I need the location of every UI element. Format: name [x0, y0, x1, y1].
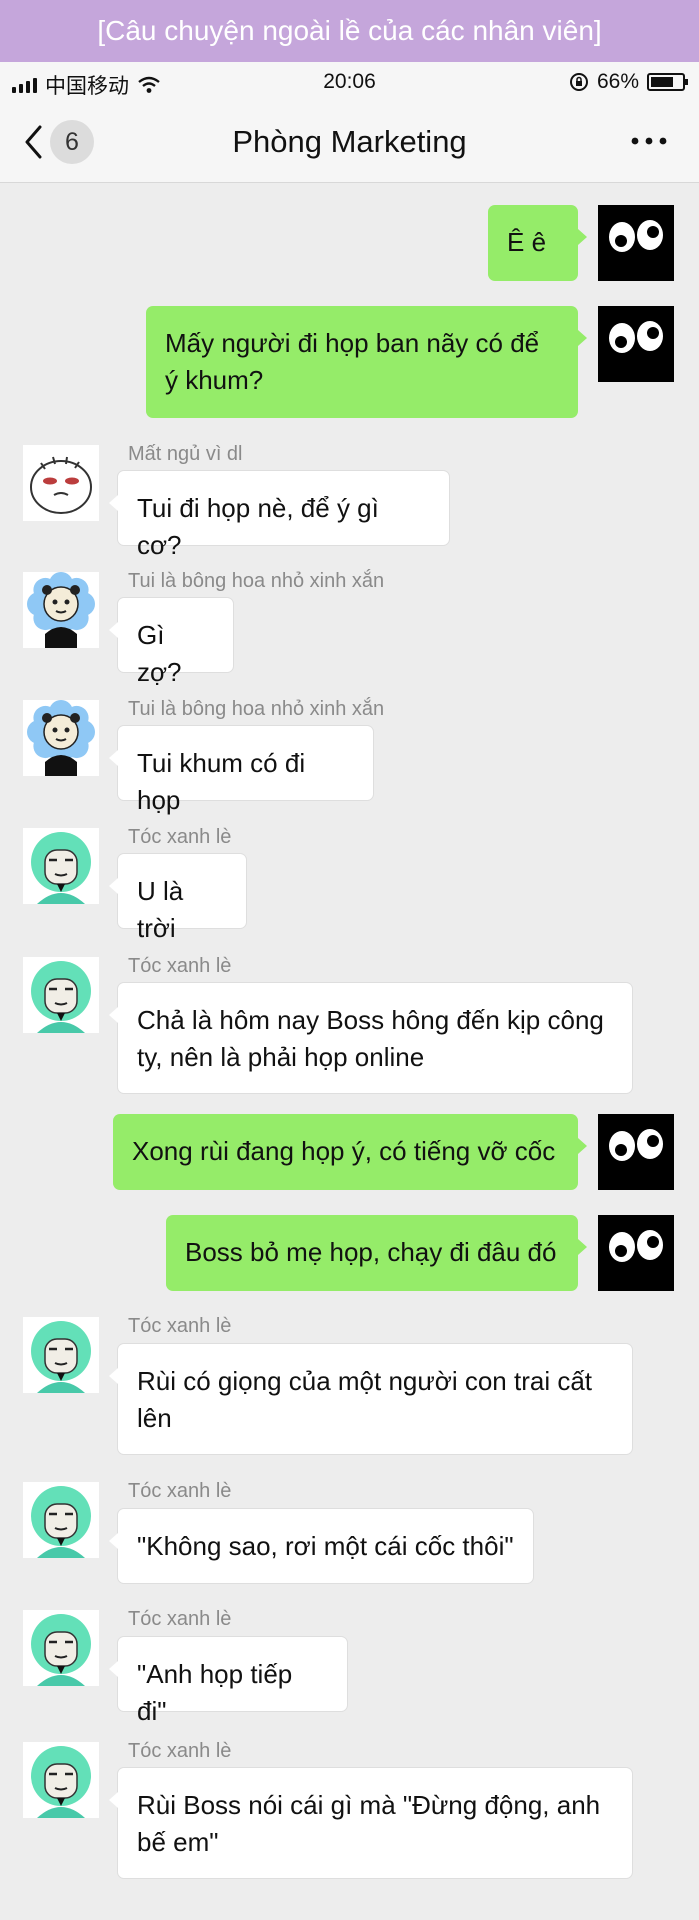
sender-name: Tóc xanh lè — [128, 1315, 232, 1337]
sender-name: Tóc xanh lè — [128, 1480, 232, 1502]
my-avatar[interactable] — [598, 205, 674, 281]
incoming-message-bubble[interactable]: "Không sao, rơi một cái cốc thôi" — [109, 1508, 534, 1584]
incoming-message-bubble[interactable]: Gì zợ? — [109, 597, 234, 687]
incoming-message-bubble[interactable]: U là trời — [109, 853, 247, 943]
sender-name: Tóc xanh lè — [128, 1740, 232, 1762]
sender-name: Tóc xanh lè — [128, 955, 232, 977]
sender-avatar-green-hair[interactable] — [23, 957, 99, 1033]
status-bar: 中国移动 20:06 66% — [0, 62, 699, 102]
sender-avatar-flower[interactable] — [23, 572, 99, 648]
sender-name: Tui là bông hoa nhỏ xinh xắn — [128, 570, 385, 592]
battery-percent: 66% — [596, 70, 639, 93]
my-avatar[interactable] — [598, 1114, 674, 1190]
sender-avatar-green-hair[interactable] — [23, 1482, 99, 1558]
incoming-message-bubble[interactable]: Rùi Boss nói cái gì mà "Đừng động, anh b… — [109, 1767, 633, 1879]
sender-avatar-green-hair[interactable] — [23, 1742, 99, 1818]
sender-name: Mất ngủ vì dl — [128, 443, 243, 465]
sender-name: Tui là bông hoa nhỏ xinh xắn — [128, 698, 385, 720]
sender-avatar-green-hair[interactable] — [23, 1610, 99, 1686]
sender-name: Tóc xanh lè — [128, 1608, 232, 1630]
incoming-message-bubble[interactable]: Tui đi họp nè, để ý gì cơ? — [109, 470, 450, 560]
chat-title: Phòng Marketing — [232, 124, 467, 159]
incoming-message-bubble[interactable]: "Anh họp tiếp đi" — [109, 1636, 348, 1726]
battery-icon — [647, 73, 688, 91]
rotation-lock-icon — [569, 73, 588, 91]
sender-avatar-green-hair[interactable] — [23, 828, 99, 904]
outgoing-message-bubble[interactable]: Xong rùi đang họp ý, có tiếng vỡ cốc — [113, 1114, 587, 1190]
sender-avatar-flower[interactable] — [23, 700, 99, 776]
my-avatar[interactable] — [598, 1215, 674, 1291]
story-banner: [Câu chuyện ngoài lề của các nhân viên] — [0, 0, 699, 62]
outgoing-message-bubble[interactable]: Mấy người đi họp ban nãy có để ý khum? — [146, 306, 587, 418]
sender-name: Tóc xanh lè — [128, 826, 232, 848]
outgoing-message-bubble[interactable]: Boss bỏ mẹ họp, chạy đi đâu đó — [166, 1215, 587, 1291]
incoming-message-bubble[interactable]: Rùi có giọng của một người con trai cất … — [109, 1343, 633, 1455]
my-avatar[interactable] — [598, 306, 674, 382]
chat-header: 6 Phòng Marketing — [0, 102, 699, 183]
more-dots-icon[interactable] — [627, 126, 671, 156]
sender-avatar-sleepy[interactable] — [23, 445, 99, 521]
incoming-message-bubble[interactable]: Chả là hôm nay Boss hông đến kịp công ty… — [109, 982, 633, 1094]
incoming-message-bubble[interactable]: Tui khum có đi họp — [109, 725, 374, 815]
sender-avatar-green-hair[interactable] — [23, 1317, 99, 1393]
outgoing-message-bubble[interactable]: Ê ê — [488, 205, 587, 281]
